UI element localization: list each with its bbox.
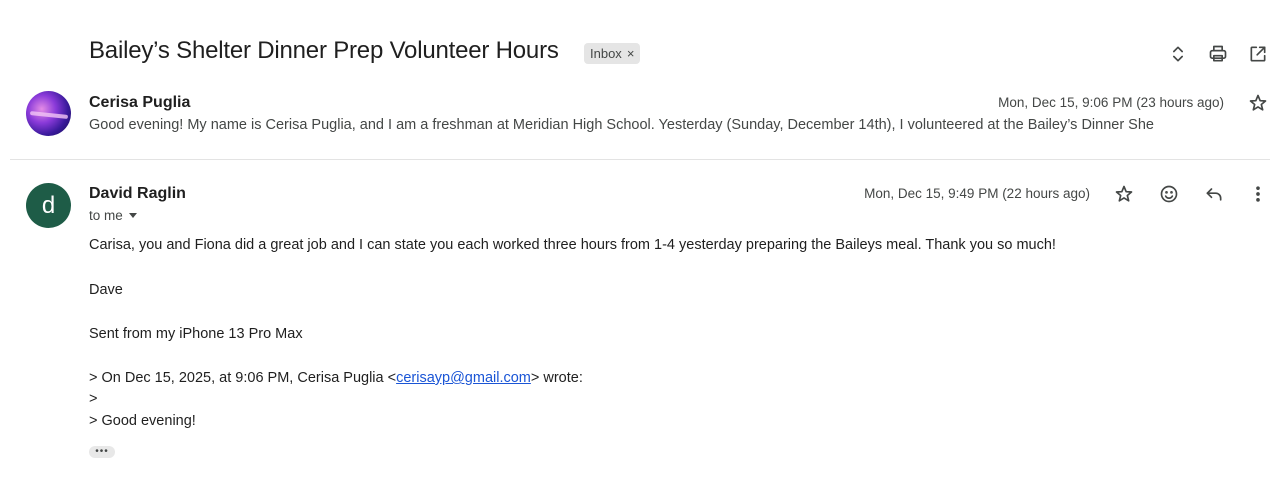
thread-subject: Bailey’s Shelter Dinner Prep Volunteer H… <box>89 37 559 64</box>
star-icon <box>1249 94 1267 111</box>
print-icon <box>1209 45 1227 62</box>
remove-label-icon[interactable]: × <box>627 43 635 64</box>
more-options-button[interactable] <box>1246 182 1270 206</box>
sender-name[interactable]: David Raglin <box>89 185 186 203</box>
open-in-new-window-icon <box>1250 46 1266 62</box>
add-reaction-button[interactable] <box>1157 182 1181 206</box>
quoted-line: > Good evening! <box>89 413 196 429</box>
expand-collapse-button[interactable] <box>1166 42 1190 66</box>
open-in-new-window-button[interactable] <box>1246 42 1270 66</box>
sender-avatar[interactable] <box>26 91 71 136</box>
reply-button[interactable] <box>1202 182 1226 206</box>
star-button[interactable] <box>1112 182 1136 206</box>
emoji-icon <box>1160 185 1178 203</box>
inbox-label-chip[interactable]: Inbox × <box>584 43 641 64</box>
expand-collapse-icon <box>1173 46 1183 62</box>
reply-icon <box>1206 188 1222 201</box>
message-date[interactable]: Mon, Dec 15, 9:49 PM (22 hours ago) <box>864 186 1090 201</box>
sender-avatar[interactable]: d <box>26 183 71 228</box>
recipient-text: to me <box>89 208 123 223</box>
quoted-header-suffix: > wrote: <box>530 370 583 386</box>
quoted-line: > <box>89 391 98 407</box>
inbox-label-text: Inbox <box>590 46 622 61</box>
message-date[interactable]: Mon, Dec 15, 9:06 PM (23 hours ago) <box>998 95 1224 110</box>
avatar-letter: d <box>41 191 56 219</box>
more-vert-icon <box>1256 186 1260 202</box>
message-snippet[interactable]: Good evening! My name is Cerisa Puglia, … <box>89 117 1169 133</box>
quoted-header-prefix: > On Dec 15, 2025, at 9:06 PM, Cerisa Pu… <box>89 370 397 386</box>
message-signoff: Dave <box>89 282 123 298</box>
show-trimmed-content-button[interactable]: ••• <box>89 446 115 458</box>
message-body-line: Carisa, you and Fiona did a great job an… <box>89 237 1056 253</box>
message-sent-from: Sent from my iPhone 13 Pro Max <box>89 326 303 342</box>
message-divider <box>10 159 1270 160</box>
chevron-down-icon <box>128 213 137 218</box>
quoted-header: > On Dec 15, 2025, at 9:06 PM, Cerisa Pu… <box>89 370 583 386</box>
email-link[interactable]: cerisayp@gmail.com <box>396 370 531 386</box>
sender-name[interactable]: Cerisa Puglia <box>89 94 190 112</box>
recipient-details-toggle[interactable]: to me <box>89 208 137 223</box>
print-button[interactable] <box>1206 42 1230 66</box>
star-button[interactable] <box>1246 91 1270 115</box>
star-icon <box>1115 185 1133 202</box>
